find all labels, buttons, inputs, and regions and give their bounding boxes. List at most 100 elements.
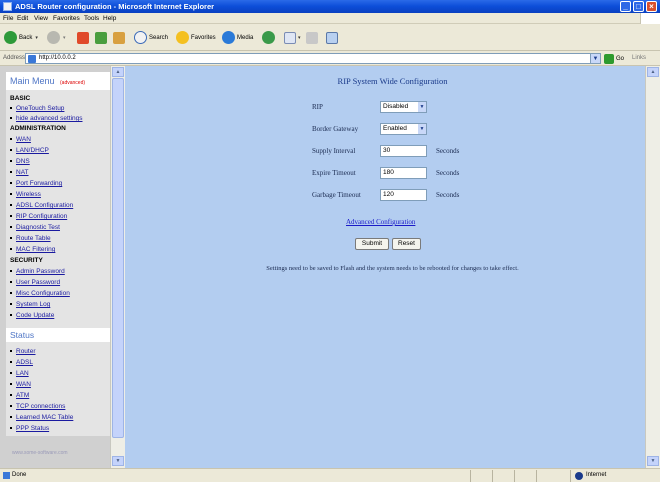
windows-logo-icon [640, 13, 660, 24]
favorites-button[interactable]: Favorites [176, 30, 216, 45]
forward-arrow-icon [47, 31, 60, 44]
submit-button[interactable]: Submit [355, 238, 389, 250]
status-text: Done [12, 472, 27, 478]
menu-item-admin-password[interactable]: Admin Password [10, 268, 65, 275]
garbage-timeout-unit: Seconds [436, 191, 460, 199]
status-item-learned-mac-table[interactable]: Learned MAC Table [10, 414, 73, 421]
status-item-adsl[interactable]: ADSL [10, 359, 33, 366]
menu-item-rip-configuration[interactable]: RIP Configuration [10, 213, 67, 220]
menu-item-nat[interactable]: NAT [10, 169, 29, 176]
address-dropdown-icon[interactable]: ▼ [590, 53, 601, 64]
maximize-button[interactable]: □ [633, 1, 644, 12]
status-item-ppp-status[interactable]: PPP Status [10, 425, 49, 432]
expire-timeout-unit: Seconds [436, 169, 460, 177]
menu-item-hide-advanced[interactable]: hide advanced settings [10, 115, 83, 122]
page-title: RIP System Wide Configuration [337, 76, 448, 86]
menu-item-adsl-configuration[interactable]: ADSL Configuration [10, 202, 73, 209]
back-arrow-icon [4, 31, 17, 44]
garbage-timeout-input[interactable]: 120 [380, 189, 427, 201]
garbage-timeout-label: Garbage Timeout [312, 191, 361, 199]
window-titlebar: ADSL Router configuration - Microsoft In… [0, 0, 660, 13]
status-divider [536, 470, 537, 482]
menu-item-wan[interactable]: WAN [10, 136, 31, 143]
scroll-thumb[interactable] [112, 78, 124, 438]
address-input[interactable]: http://10.0.0.2 [25, 53, 601, 64]
border-gateway-label: Border Gateway [312, 125, 359, 133]
status-bar: Done Internet [0, 468, 660, 482]
expire-timeout-input[interactable]: 180 [380, 167, 427, 179]
chevron-down-icon: ▼ [418, 102, 426, 112]
status-title: Status [10, 330, 35, 340]
status-item-wan[interactable]: WAN [10, 381, 31, 388]
main-menu-header: Main Menu (advanced) [6, 72, 110, 90]
menu-view[interactable]: View [34, 15, 48, 22]
star-icon [176, 31, 189, 44]
menu-tools[interactable]: Tools [84, 15, 99, 22]
status-item-lan[interactable]: LAN [10, 370, 29, 377]
back-button[interactable]: Back ▾ [4, 30, 38, 45]
section-basic: BASIC [10, 95, 31, 102]
status-divider [514, 470, 515, 482]
supply-interval-label: Supply Interval [312, 147, 356, 155]
search-icon [134, 31, 147, 44]
scroll-up-icon[interactable]: ▲ [112, 67, 124, 77]
main-menu-title: Main Menu [10, 76, 55, 86]
search-button[interactable]: Search [134, 30, 168, 45]
page-icon [28, 55, 36, 63]
menu-item-mac-filtering[interactable]: MAC Filtering [10, 246, 55, 253]
menu-edit[interactable]: Edit [17, 15, 28, 22]
sidebar-frame: Main Menu (advanced) BASIC OneTouch Setu… [0, 66, 110, 468]
menu-item-system-log[interactable]: System Log [10, 301, 50, 308]
status-item-tcp-connections[interactable]: TCP connections [10, 403, 65, 410]
stop-button[interactable] [77, 30, 89, 45]
reset-button[interactable]: Reset [392, 238, 421, 250]
status-item-router[interactable]: Router [10, 348, 36, 355]
expire-timeout-label: Expire Timeout [312, 169, 356, 177]
menu-item-diagnostic-test[interactable]: Diagnostic Test [10, 224, 60, 231]
ie-icon [3, 2, 12, 11]
main-scrollbar[interactable]: ▲ ▼ [645, 66, 660, 468]
menu-item-route-table[interactable]: Route Table [10, 235, 51, 242]
border-gateway-select[interactable]: Enabled ▼ [380, 123, 427, 135]
refresh-icon [95, 31, 107, 44]
save-reboot-note: Settings need to be saved to Flash and t… [266, 265, 519, 272]
supply-interval-unit: Seconds [436, 147, 460, 155]
menu-file[interactable]: File [3, 15, 13, 22]
menu-item-user-password[interactable]: User Password [10, 279, 60, 286]
scroll-up-icon[interactable]: ▲ [647, 67, 659, 77]
mail-button[interactable]: ▾ [284, 30, 301, 45]
media-icon [222, 31, 235, 44]
toolbar: Back ▾ ▾ Search Favorites Media ▾ [0, 24, 660, 51]
print-button[interactable] [306, 30, 318, 45]
history-button[interactable] [262, 30, 275, 45]
refresh-button[interactable] [95, 30, 107, 45]
scroll-down-icon[interactable]: ▼ [647, 456, 659, 466]
close-button[interactable]: × [646, 1, 657, 12]
status-item-atm[interactable]: ATM [10, 392, 29, 399]
menu-item-wireless[interactable]: Wireless [10, 191, 41, 198]
menu-favorites[interactable]: Favorites [53, 15, 80, 22]
go-button[interactable]: Go [604, 53, 624, 64]
edit-button[interactable] [326, 30, 338, 45]
window-title: ADSL Router configuration - Microsoft In… [15, 2, 215, 11]
scroll-down-icon[interactable]: ▼ [112, 456, 124, 466]
menu-item-port-forwarding[interactable]: Port Forwarding [10, 180, 62, 187]
home-button[interactable] [113, 30, 125, 45]
rip-select[interactable]: Disabled ▼ [380, 101, 427, 113]
minimize-button[interactable]: _ [620, 1, 631, 12]
section-administration: ADMINISTRATION [10, 125, 66, 132]
menu-help[interactable]: Help [103, 15, 116, 22]
status-divider [570, 470, 571, 482]
menu-item-code-update[interactable]: Code Update [10, 312, 54, 319]
menu-item-lan-dhcp[interactable]: LAN/DHCP [10, 147, 49, 154]
menu-item-onetouch-setup[interactable]: OneTouch Setup [10, 105, 64, 112]
edit-page-icon [326, 31, 338, 44]
menu-item-misc-configuration[interactable]: Misc Configuration [10, 290, 70, 297]
media-button[interactable]: Media [222, 30, 253, 45]
sidebar-scrollbar[interactable]: ▲ ▼ [110, 66, 125, 468]
menu-item-dns[interactable]: DNS [10, 158, 30, 165]
forward-button[interactable]: ▾ [47, 30, 66, 45]
advanced-configuration-link[interactable]: Advanced Configuration [346, 218, 415, 226]
links-button[interactable]: Links [632, 55, 646, 61]
supply-interval-input[interactable]: 30 [380, 145, 427, 157]
